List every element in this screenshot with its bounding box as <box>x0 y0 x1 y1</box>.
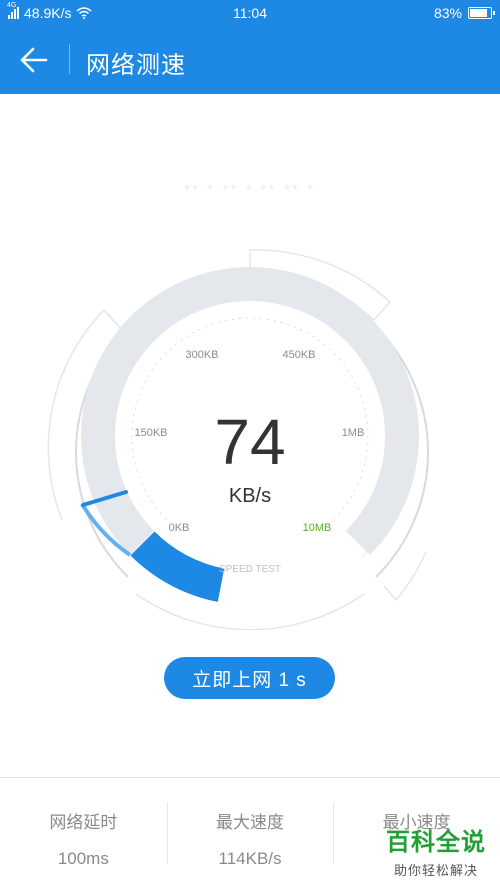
speed-unit: KB/s <box>229 485 271 507</box>
speed-value: 74 <box>214 406 285 478</box>
stat-label: 最大速度 <box>216 813 284 832</box>
go-online-button[interactable]: 立即上网 1 s <box>164 657 335 699</box>
tick-label-450kb: 450KB <box>282 349 315 361</box>
gauge-deco-bottom <box>135 593 365 630</box>
status-bar: 4G 48.9K/s 11:04 83% <box>0 0 500 26</box>
status-right: 83% <box>433 5 495 21</box>
tick-label-0kb: 0KB <box>169 522 190 534</box>
tick-label-300kb: 300KB <box>185 349 218 361</box>
blurred-hint-text: ·· · ·· · ·· ·· · <box>184 178 316 195</box>
stat-label: 网络延时 <box>49 813 118 832</box>
watermark-title: 百科全说 <box>386 828 486 856</box>
arrow-left-icon <box>20 47 48 73</box>
gauge-progress <box>130 531 225 602</box>
stat-max-speed: 最大速度 114KB/s <box>166 778 334 889</box>
gauge-deco-right <box>383 551 427 602</box>
tick-label-1mb: 1MB <box>342 427 365 439</box>
app-bar: 网络测速 <box>0 26 500 94</box>
tick-label-150kb: 150KB <box>134 427 167 439</box>
speed-gauge: 0KB 150KB 300KB 450KB 1MB 10MB 74 KB/s S… <box>47 249 429 630</box>
stat-value: 100ms <box>57 849 109 868</box>
page-title: 网络测速 <box>86 52 186 79</box>
battery-percent: 83% <box>433 5 462 21</box>
clock: 11:04 <box>233 5 267 21</box>
watermark-logo: 百科全说 助你轻松解决 <box>386 822 486 879</box>
header-divider <box>69 44 70 74</box>
gauge-caption: SPEED TEST <box>219 564 281 575</box>
stat-value: 114KB/s <box>218 849 282 868</box>
stat-latency: 网络延时 100ms <box>0 778 167 889</box>
back-button[interactable] <box>14 42 54 78</box>
battery-icon <box>468 7 495 19</box>
watermark-subtitle: 助你轻松解决 <box>393 863 478 878</box>
tick-label-10mb: 10MB <box>303 522 332 534</box>
